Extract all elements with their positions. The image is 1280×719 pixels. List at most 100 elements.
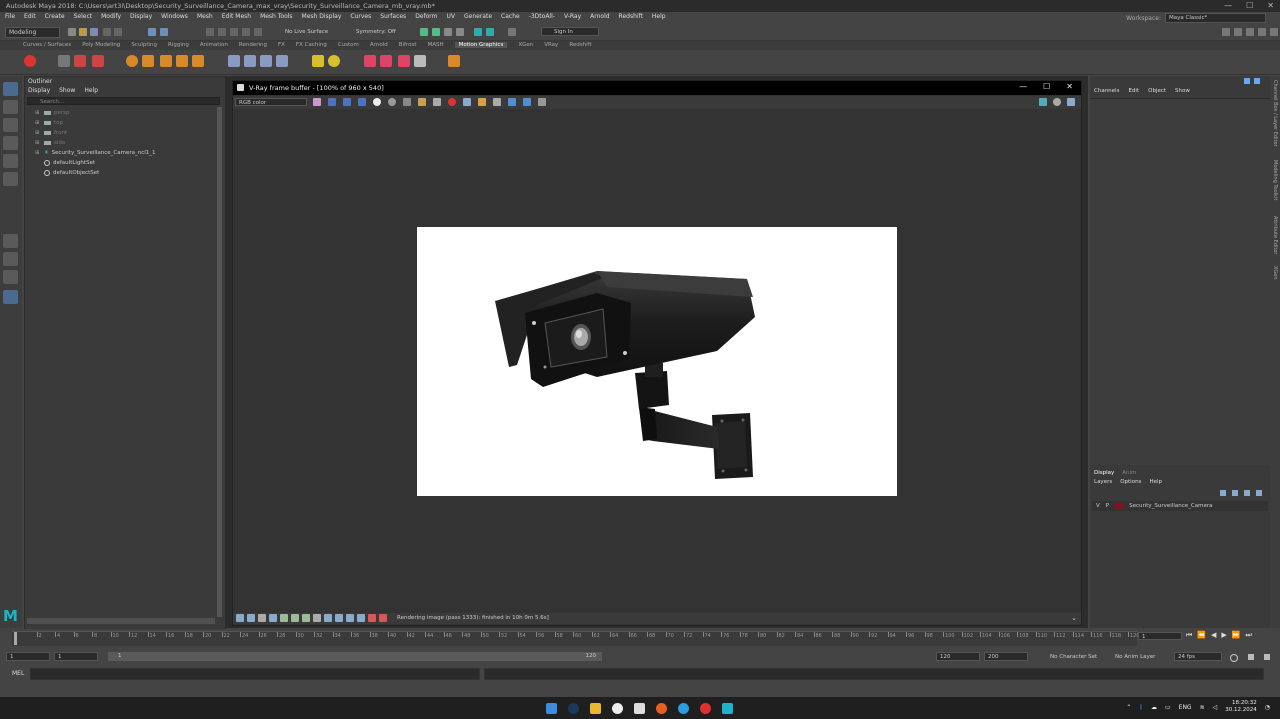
text-icon[interactable]: [74, 55, 86, 67]
light-icon[interactable]: [312, 55, 324, 67]
playback-button-2[interactable]: ◀: [1211, 631, 1216, 640]
anim-layer-dropdown[interactable]: No Anim Layer: [1115, 654, 1155, 660]
rotate-tool-icon[interactable]: [3, 154, 18, 168]
status-icon-7[interactable]: [302, 614, 310, 622]
volume-icon[interactable]: ◁: [1213, 704, 1218, 711]
menu-modify[interactable]: Modify: [101, 13, 121, 20]
channel-menu-object[interactable]: Object: [1148, 88, 1166, 94]
status-dropdown-icon[interactable]: ⌄: [1071, 614, 1077, 622]
symmetry-dropdown[interactable]: Symmetry: Off: [356, 29, 396, 35]
workspace-selector[interactable]: Workspace: Maya Classic*: [1126, 13, 1266, 23]
shelf-tab-rendering[interactable]: Rendering: [239, 42, 267, 48]
animation-end-field[interactable]: 200: [984, 652, 1028, 661]
single-view-icon[interactable]: [3, 234, 18, 248]
snap-grid-icon[interactable]: [206, 28, 214, 36]
playback-button-3[interactable]: ▶: [1221, 631, 1226, 640]
sun-icon[interactable]: [328, 55, 340, 67]
four-view-icon[interactable]: [3, 252, 18, 266]
menu-redshift[interactable]: Redshift: [619, 13, 643, 20]
cloud-icon[interactable]: ☁: [1151, 704, 1157, 711]
channel-menu-edit[interactable]: Edit: [1128, 88, 1139, 94]
vray-close-button[interactable]: ✕: [1066, 82, 1073, 91]
menu-v-ray[interactable]: V-Ray: [564, 13, 581, 20]
brush-icon[interactable]: [92, 55, 104, 67]
windows-start-icon[interactable]: [546, 703, 557, 714]
status-icon-4[interactable]: [269, 614, 277, 622]
layer-playback-toggle[interactable]: P: [1106, 503, 1109, 509]
render-settings-icon[interactable]: [444, 28, 452, 36]
white-dot-icon[interactable]: [373, 98, 381, 106]
redo-icon[interactable]: [114, 28, 122, 36]
status-icon-8[interactable]: [313, 614, 321, 622]
menu-file[interactable]: File: [5, 13, 15, 20]
mash-icon[interactable]: [24, 55, 36, 67]
move-tool-icon[interactable]: [3, 136, 18, 150]
close-button[interactable]: ✕: [1267, 1, 1274, 10]
render-current-frame-icon[interactable]: [420, 28, 428, 36]
expand-toggle-icon[interactable]: ⊞: [35, 110, 41, 116]
menu-uv[interactable]: UV: [447, 13, 456, 20]
status-icon-6[interactable]: [291, 614, 299, 622]
status-icon-11[interactable]: [346, 614, 354, 622]
shelf-tab-rigging[interactable]: Rigging: [168, 42, 189, 48]
display-icon[interactable]: [508, 98, 516, 106]
shelf-tab-redshift[interactable]: Redshift: [569, 42, 591, 48]
layout-toggle-icon-2[interactable]: [1234, 28, 1242, 36]
box-orange-icon[interactable]: [192, 55, 204, 67]
animation-start-field[interactable]: 1: [6, 652, 50, 661]
telegram-icon[interactable]: [678, 703, 689, 714]
expand-toggle-icon[interactable]: ⊞: [35, 150, 41, 156]
menu-mesh[interactable]: Mesh: [197, 13, 213, 20]
side-tab-modeling-toolkit[interactable]: Modeling Toolkit: [1272, 160, 1278, 200]
gray-dot-icon[interactable]: [388, 98, 396, 106]
list-icon[interactable]: [58, 55, 70, 67]
playback-end-field[interactable]: 120: [936, 652, 980, 661]
outliner-item[interactable]: defaultObjectSet: [35, 168, 156, 178]
layer-tab-anim[interactable]: Anim: [1122, 470, 1136, 476]
vray-render-icon[interactable]: [474, 28, 482, 36]
sign-in-button[interactable]: Sign In: [541, 27, 599, 36]
epic-icon[interactable]: [634, 703, 645, 714]
menu-curves[interactable]: Curves: [350, 13, 371, 20]
layer-menu-options[interactable]: Options: [1120, 479, 1141, 485]
layout-toggle-icon[interactable]: [1222, 28, 1230, 36]
snap-curve-icon[interactable]: [218, 28, 226, 36]
notification-icon[interactable]: ◔: [1265, 704, 1270, 711]
shelf-tab-arnold[interactable]: Arnold: [370, 42, 388, 48]
workspace-dropdown[interactable]: Maya Classic*: [1165, 13, 1266, 23]
wave-icon[interactable]: [276, 55, 288, 67]
snap-view-icon[interactable]: [242, 28, 250, 36]
bend-icon[interactable]: [244, 55, 256, 67]
shelf-tab-custom[interactable]: Custom: [338, 42, 359, 48]
red-channel-icon[interactable]: [328, 98, 336, 106]
input-language[interactable]: ENG: [1179, 704, 1192, 711]
menu-edit[interactable]: Edit: [24, 13, 36, 20]
outliner-menu-show[interactable]: Show: [59, 87, 75, 94]
deformer-icon[interactable]: [228, 55, 240, 67]
folder-icon[interactable]: [418, 98, 426, 106]
layout-toggle-icon-5[interactable]: [1270, 28, 1278, 36]
current-frame-field[interactable]: 1: [1138, 632, 1182, 640]
outliner-item[interactable]: ⊞ persp: [35, 108, 156, 118]
layer-row[interactable]: V P Security_Surveillance_Camera: [1092, 501, 1268, 511]
tray-chevron-icon[interactable]: ⌃: [1126, 704, 1131, 711]
stereo-icon[interactable]: [1067, 98, 1075, 106]
shelf-tab-vray[interactable]: VRay: [544, 42, 558, 48]
color-channels-icon[interactable]: [313, 98, 321, 106]
character-set-dropdown[interactable]: No Character Set: [1050, 654, 1097, 660]
lens-effects-icon[interactable]: [493, 98, 501, 106]
select-by-hierarchy-icon[interactable]: [148, 28, 156, 36]
menu-mesh-tools[interactable]: Mesh Tools: [260, 13, 292, 20]
mel-label[interactable]: MEL: [12, 670, 24, 677]
side-tab-xgen[interactable]: XGen: [1272, 266, 1278, 280]
channel-menu-show[interactable]: Show: [1175, 88, 1190, 94]
menu-surfaces[interactable]: Surfaces: [380, 13, 406, 20]
expand-toggle-icon[interactable]: ⊞: [35, 130, 41, 136]
type-tool-icon[interactable]: [160, 55, 172, 67]
loop-icon[interactable]: [1230, 654, 1238, 662]
shelf-tab-motion-graphics[interactable]: Motion Graphics: [454, 42, 508, 48]
hand-icon[interactable]: [398, 55, 410, 67]
prefs-icon[interactable]: [1264, 654, 1270, 660]
layer-color-swatch[interactable]: [1115, 503, 1124, 509]
status-icon-9[interactable]: [324, 614, 332, 622]
